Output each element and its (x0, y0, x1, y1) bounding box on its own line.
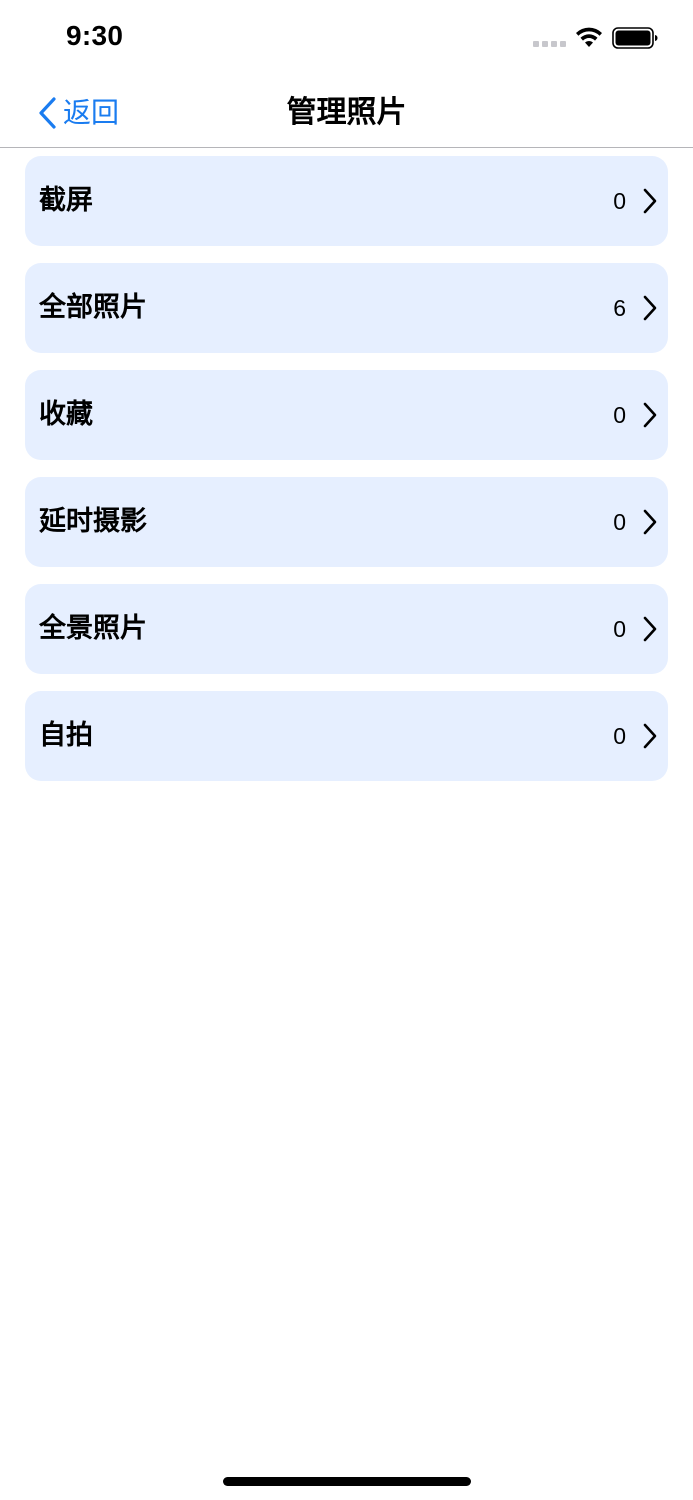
album-name: 延时摄影 (39, 506, 147, 537)
nav-bar: 返回 管理照片 (0, 76, 693, 148)
album-count: 0 (613, 509, 626, 535)
screen: 9:30 返回 管理照片 截屏 0 全部照片 6 收藏 0 延时摄影 0 全景照… (0, 0, 693, 1500)
chevron-right-icon (643, 188, 657, 214)
album-name: 收藏 (39, 399, 93, 430)
home-indicator[interactable] (223, 1477, 471, 1486)
album-count: 0 (613, 402, 626, 428)
album-row-time-lapse[interactable]: 延时摄影 0 (25, 477, 668, 567)
album-row-screenshots[interactable]: 截屏 0 (25, 156, 668, 246)
wifi-icon (576, 27, 602, 47)
album-count: 6 (613, 295, 626, 321)
page-title: 管理照片 (286, 95, 407, 130)
album-row-selfies[interactable]: 自拍 0 (25, 691, 668, 781)
battery-icon (612, 27, 658, 49)
album-row-panoramas[interactable]: 全景照片 0 (25, 584, 668, 674)
album-count: 0 (613, 616, 626, 642)
album-name: 全部照片 (39, 292, 147, 323)
chevron-right-icon (643, 402, 657, 428)
status-bar: 9:30 (0, 0, 693, 76)
album-name: 截屏 (39, 185, 93, 216)
album-row-favorites[interactable]: 收藏 0 (25, 370, 668, 460)
album-name: 自拍 (39, 720, 93, 751)
chevron-right-icon (643, 723, 657, 749)
chevron-right-icon (643, 616, 657, 642)
album-row-all-photos[interactable]: 全部照片 6 (25, 263, 668, 353)
chevron-right-icon (643, 295, 657, 321)
album-count: 0 (613, 188, 626, 214)
album-list: 截屏 0 全部照片 6 收藏 0 延时摄影 0 全景照片 0 自拍 0 (25, 156, 668, 798)
cellular-signal-icon (533, 41, 566, 47)
chevron-right-icon (643, 509, 657, 535)
album-name: 全景照片 (39, 613, 147, 644)
status-time: 9:30 (66, 20, 124, 51)
album-count: 0 (613, 723, 626, 749)
